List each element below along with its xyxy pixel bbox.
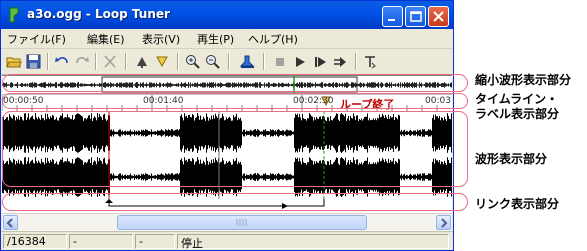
cut-icon bbox=[104, 55, 116, 68]
annotation-link: リンク表示部分 bbox=[475, 197, 560, 211]
undo-button[interactable] bbox=[53, 53, 71, 70]
annotation-box-overview bbox=[2, 74, 468, 92]
toolbar-separator bbox=[95, 53, 97, 70]
maximize-button[interactable] bbox=[405, 6, 426, 27]
zoom-in-button[interactable] bbox=[184, 53, 202, 70]
status-field-3: - bbox=[135, 234, 175, 249]
open-icon bbox=[6, 57, 22, 68]
bookmark-icon bbox=[240, 55, 255, 68]
toolbar-separator bbox=[355, 53, 357, 70]
export-button[interactable] bbox=[361, 53, 379, 70]
status-field-2: - bbox=[69, 234, 133, 249]
chevron-right-icon bbox=[441, 218, 448, 228]
annotation-timeline-2: ラベル表示部分 bbox=[475, 107, 560, 121]
export-icon bbox=[365, 56, 376, 69]
open-button[interactable] bbox=[5, 53, 23, 70]
annotation-box-link bbox=[2, 193, 468, 211]
set-loop-end-icon bbox=[156, 56, 168, 68]
save-icon bbox=[26, 54, 41, 69]
toolbar bbox=[1, 49, 453, 75]
status-bar: /16384 - - 停止 bbox=[1, 231, 453, 250]
maximize-icon bbox=[410, 11, 422, 22]
annotation-box-timeline bbox=[2, 93, 468, 109]
app-icon bbox=[9, 7, 19, 23]
annotation-waveform: 波形表示部分 bbox=[475, 152, 548, 166]
stop-icon bbox=[276, 58, 284, 66]
status-position: /16384 bbox=[3, 234, 67, 249]
close-button[interactable] bbox=[428, 6, 449, 27]
play-loop-button[interactable] bbox=[331, 53, 349, 70]
chevron-left-icon bbox=[6, 218, 13, 228]
window-title: a3o.ogg - Loop Tuner bbox=[27, 7, 170, 21]
set-loop-end-button[interactable] bbox=[153, 53, 171, 70]
minimize-icon bbox=[388, 19, 395, 21]
menu-view[interactable]: 表示(V) bbox=[142, 31, 180, 47]
menu-play[interactable]: 再生(P) bbox=[197, 31, 234, 47]
zoom-in-icon bbox=[186, 55, 200, 69]
set-loop-start-button[interactable] bbox=[133, 53, 151, 70]
scroll-right-button[interactable] bbox=[436, 215, 451, 230]
toolbar-separator bbox=[177, 53, 179, 70]
toolbar-separator bbox=[228, 53, 230, 70]
title-bar[interactable]: a3o.ogg - Loop Tuner bbox=[1, 1, 453, 29]
close-icon bbox=[433, 11, 444, 22]
menu-bar: ファイル(F) 編集(E) 表示(V) 再生(P) ヘルプ(H) bbox=[1, 29, 453, 49]
menu-help[interactable]: ヘルプ(H) bbox=[248, 31, 298, 47]
toolbar-separator bbox=[125, 53, 127, 70]
menu-file[interactable]: ファイル(F) bbox=[7, 31, 66, 47]
cut-button[interactable] bbox=[101, 53, 119, 70]
play-button[interactable] bbox=[291, 53, 309, 70]
save-button[interactable] bbox=[25, 53, 43, 70]
minimize-button[interactable] bbox=[382, 6, 403, 27]
scroll-thumb[interactable] bbox=[117, 215, 367, 230]
play-loop-icon bbox=[334, 57, 346, 67]
bookmark-button[interactable] bbox=[239, 53, 257, 70]
scroll-left-button[interactable] bbox=[3, 215, 18, 230]
menu-edit[interactable]: 編集(E) bbox=[87, 31, 125, 47]
toolbar-separator bbox=[47, 53, 49, 70]
redo-icon bbox=[76, 57, 89, 64]
annotation-box-waveform bbox=[2, 111, 468, 187]
horizontal-scrollbar[interactable] bbox=[2, 213, 452, 231]
stop-button[interactable] bbox=[271, 53, 289, 70]
play-from-cursor-icon bbox=[315, 57, 326, 67]
zoom-out-icon bbox=[206, 55, 220, 69]
undo-icon bbox=[55, 57, 68, 64]
redo-button[interactable] bbox=[73, 53, 91, 70]
zoom-out-button[interactable] bbox=[204, 53, 222, 70]
set-loop-start-icon bbox=[137, 57, 147, 68]
play-from-cursor-button[interactable] bbox=[311, 53, 329, 70]
grip-icon bbox=[236, 219, 247, 226]
toolbar-separator bbox=[263, 53, 265, 70]
status-state: 停止 bbox=[177, 234, 449, 250]
annotation-overview: 縮小波形表示部分 bbox=[475, 73, 572, 87]
play-icon bbox=[296, 57, 305, 67]
